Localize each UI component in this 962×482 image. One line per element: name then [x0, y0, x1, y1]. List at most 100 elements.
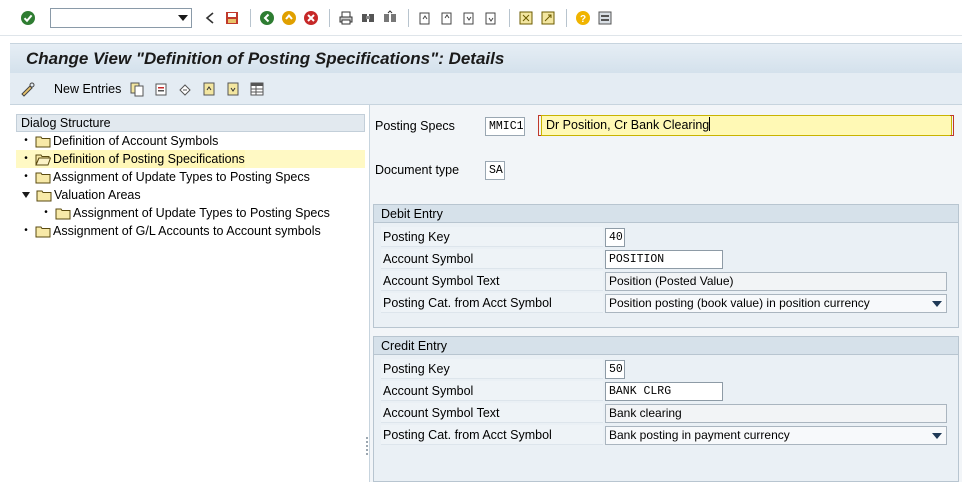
debit-posting-key-input[interactable]: 40	[605, 228, 625, 247]
display-change-button[interactable]	[20, 78, 36, 100]
folder-icon	[35, 172, 51, 183]
document-type-field: SA	[485, 161, 505, 180]
back-arrow-icon[interactable]	[200, 8, 220, 28]
bullet-icon: •	[24, 153, 28, 164]
page-title: Change View "Definition of Posting Speci…	[26, 48, 505, 68]
folder-icon	[35, 226, 51, 237]
undo-change-button[interactable]	[177, 78, 193, 100]
credit-posting-cat-row: Posting Cat. from Acct Symbol Bank posti…	[381, 425, 949, 445]
tree-item-valuation-areas[interactable]: Valuation Areas	[22, 186, 141, 204]
previous-page-icon[interactable]	[437, 8, 457, 28]
new-entries-label: New Entries	[54, 81, 122, 96]
new-entries-button[interactable]: New Entries	[44, 78, 121, 100]
bullet-icon: •	[44, 207, 48, 218]
details-pane: Posting Specs MMIC1 Dr Position, Cr Bank…	[370, 105, 962, 482]
bullet-icon: •	[24, 225, 28, 236]
debit-posting-cat-row: Posting Cat. from Acct Symbol Position p…	[381, 293, 949, 313]
dialog-structure-header: Dialog Structure	[16, 114, 365, 132]
open-folder-icon	[35, 154, 51, 165]
document-type-label: Document type	[375, 163, 460, 177]
help-icon[interactable]: ?	[573, 8, 593, 28]
customize-layout-icon[interactable]	[595, 8, 615, 28]
credit-account-symbol-row: Account Symbol BANK CLRG	[381, 381, 949, 401]
dialog-structure-pane: Dialog Structure • Definition of Account…	[10, 105, 370, 482]
credit-entry-group: Credit Entry Posting Key 50 Account Symb…	[373, 336, 959, 482]
credit-entry-title: Credit Entry	[374, 337, 958, 355]
credit-posting-cat-select[interactable]: Bank posting in payment currency	[605, 426, 947, 445]
find-icon[interactable]	[358, 8, 378, 28]
debit-account-symbol-text-field: Position (Posted Value)	[605, 272, 947, 291]
pencil-glasses-icon	[21, 82, 35, 97]
last-page-icon[interactable]	[481, 8, 501, 28]
exit-icon[interactable]	[279, 8, 299, 28]
toolbar-separator	[250, 8, 251, 27]
undo-icon	[179, 83, 192, 96]
chevron-down-icon[interactable]	[178, 14, 188, 21]
select-all-button[interactable]	[249, 78, 265, 100]
create-session-icon[interactable]	[516, 8, 536, 28]
credit-account-symbol-text-row: Account Symbol Text Bank clearing	[381, 403, 949, 423]
bullet-icon: •	[24, 135, 28, 146]
debit-account-symbol-row: Account Symbol POSITION	[381, 249, 949, 269]
first-page-icon[interactable]	[415, 8, 435, 28]
folder-icon	[55, 208, 71, 219]
toolbar-separator	[566, 8, 567, 27]
tree-item-label: Valuation Areas	[54, 188, 141, 202]
next-page-icon[interactable]	[459, 8, 479, 28]
debit-account-symbol-input[interactable]: POSITION	[605, 250, 723, 269]
copy-icon	[130, 82, 144, 96]
credit-posting-key-input[interactable]: 50	[605, 360, 625, 379]
posting-specs-description-text: Dr Position, Cr Bank Clearing	[546, 118, 710, 132]
command-field[interactable]	[50, 7, 192, 28]
debit-entry-group: Debit Entry Posting Key 40 Account Symbo…	[373, 204, 959, 328]
credit-account-symbol-text-field: Bank clearing	[605, 404, 947, 423]
next-entry-icon	[227, 82, 239, 95]
previous-entry-button[interactable]	[201, 78, 217, 100]
find-next-icon[interactable]	[380, 8, 400, 28]
system-toolbar: ?	[0, 0, 962, 36]
tree-item-update-types-posting-specs[interactable]: • Assignment of Update Types to Posting …	[23, 168, 310, 186]
folder-icon	[36, 190, 52, 201]
posting-specs-description-input[interactable]: Dr Position, Cr Bank Clearing	[541, 115, 952, 136]
shortcut-icon[interactable]	[538, 8, 558, 28]
tree-item-update-types-posting-specs-child[interactable]: • Assignment of Update Types to Posting …	[43, 204, 330, 222]
title-bar: Change View "Definition of Posting Speci…	[10, 43, 962, 73]
credit-posting-key-row: Posting Key 50	[381, 359, 949, 379]
copy-as-button[interactable]	[129, 78, 145, 100]
next-entry-button[interactable]	[225, 78, 241, 100]
credit-posting-cat-label: Posting Cat. from Acct Symbol	[381, 425, 603, 445]
chevron-down-icon[interactable]	[932, 433, 942, 439]
tree-item-label: Assignment of G/L Accounts to Account sy…	[53, 224, 321, 238]
tree-item-label: Assignment of Update Types to Posting Sp…	[73, 206, 330, 220]
folder-icon	[35, 136, 51, 147]
enter-icon[interactable]	[18, 8, 38, 28]
expanded-triangle-icon[interactable]	[22, 192, 30, 198]
debit-posting-cat-label: Posting Cat. from Acct Symbol	[381, 293, 603, 313]
credit-account-symbol-input[interactable]: BANK CLRG	[605, 382, 723, 401]
tree-item-label: Definition of Account Symbols	[53, 134, 219, 148]
previous-entry-icon	[203, 82, 215, 95]
tree-item-account-symbols[interactable]: • Definition of Account Symbols	[23, 132, 218, 150]
toolbar-separator	[408, 8, 409, 27]
tree-item-gl-accounts[interactable]: • Assignment of G/L Accounts to Account …	[23, 222, 321, 240]
save-icon[interactable]	[222, 8, 242, 28]
pane-splitter-handle[interactable]	[365, 436, 369, 456]
cancel-icon[interactable]	[301, 8, 321, 28]
bullet-icon: •	[24, 171, 28, 182]
debit-posting-key-row: Posting Key 40	[381, 227, 949, 247]
credit-account-symbol-label: Account Symbol	[381, 381, 603, 401]
posting-specs-field: MMIC1	[485, 117, 525, 136]
credit-posting-key-label: Posting Key	[381, 359, 603, 379]
print-icon[interactable]	[336, 8, 356, 28]
navigate-back-icon[interactable]	[257, 8, 277, 28]
debit-posting-key-label: Posting Key	[381, 227, 603, 247]
application-toolbar: New Entries	[10, 73, 962, 105]
table-icon	[250, 82, 264, 95]
chevron-down-icon[interactable]	[932, 301, 942, 307]
tree-item-posting-specifications[interactable]: • Definition of Posting Specifications	[23, 150, 245, 168]
command-input[interactable]	[51, 8, 169, 27]
debit-posting-cat-select[interactable]: Position posting (book value) in positio…	[605, 294, 947, 313]
credit-posting-cat-value: Bank posting in payment currency	[609, 428, 790, 442]
tree-item-label: Assignment of Update Types to Posting Sp…	[53, 170, 310, 184]
delete-button[interactable]	[153, 78, 169, 100]
